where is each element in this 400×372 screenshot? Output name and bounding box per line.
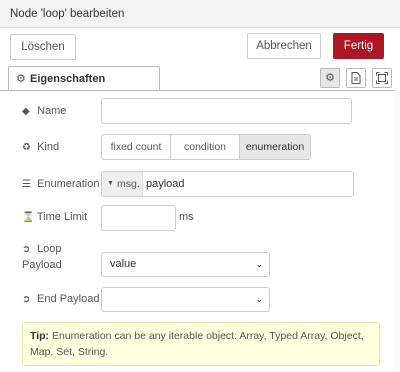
name-label: ◆ Name [22, 105, 67, 117]
kind-option-fixed-count[interactable]: fixed count [101, 134, 171, 160]
done-button[interactable]: Fertig [333, 33, 384, 59]
recycle-icon: ♻ [22, 142, 31, 153]
end-payload-select[interactable]: ⌄ [101, 287, 270, 312]
frame-icon[interactable] [372, 68, 392, 88]
time-limit-input[interactable] [101, 205, 176, 231]
kind-label: ♻ Kind [22, 141, 60, 153]
circle-arrow-icon: ➲ [22, 244, 31, 255]
loop-payload-select[interactable]: value ⌄ [101, 252, 270, 277]
document-icon[interactable] [346, 68, 366, 88]
chevron-down-icon: ⌄ [255, 294, 263, 304]
chevron-down-icon: ⌄ [255, 259, 263, 269]
end-payload-label: ➲ End Payload [22, 293, 100, 305]
loop-payload-label-line2: Payload [22, 259, 62, 271]
caret-down-icon: ▼ [107, 180, 114, 187]
tag-icon: ◆ [22, 106, 30, 117]
delete-button[interactable]: Löschen [10, 34, 76, 60]
gear-icon: ⚙ [16, 73, 26, 85]
enumeration-label: ☰ Enumeration [22, 178, 100, 190]
tip-box: Tip: Enumeration can be any iterable obj… [22, 322, 380, 366]
list-icon: ☰ [22, 179, 31, 190]
kind-option-enumeration[interactable]: enumeration [239, 134, 311, 160]
tab-properties[interactable]: ⚙ Eigenschaften [8, 66, 160, 91]
tip-text: Enumeration can be any iterable object: … [30, 330, 364, 358]
enumeration-value[interactable]: payload [146, 172, 185, 196]
name-input[interactable] [101, 98, 352, 124]
loop-payload-label: ➲ Loop [22, 243, 62, 255]
tip-prefix: Tip: [30, 330, 50, 342]
tab-label: Eigenschaften [30, 73, 106, 85]
scrollbar[interactable] [394, 90, 400, 372]
circle-arrow-icon: ➲ [22, 294, 31, 305]
tray-header: Node 'loop' bearbeiten [0, 0, 400, 28]
gear-icon[interactable]: ⚙ [320, 68, 340, 88]
time-limit-label: ⌛ Time Limit [22, 211, 88, 223]
hourglass-icon: ⌛ [22, 212, 35, 223]
tray-title: Node 'loop' bearbeiten [10, 8, 125, 20]
type-selector[interactable]: ▼ msg. [102, 172, 143, 196]
cancel-button[interactable]: Abbrechen [247, 33, 321, 59]
time-limit-unit: ms [179, 211, 194, 223]
kind-option-condition[interactable]: condition [170, 134, 240, 160]
enumeration-typed-input[interactable]: ▼ msg. payload [101, 171, 354, 197]
